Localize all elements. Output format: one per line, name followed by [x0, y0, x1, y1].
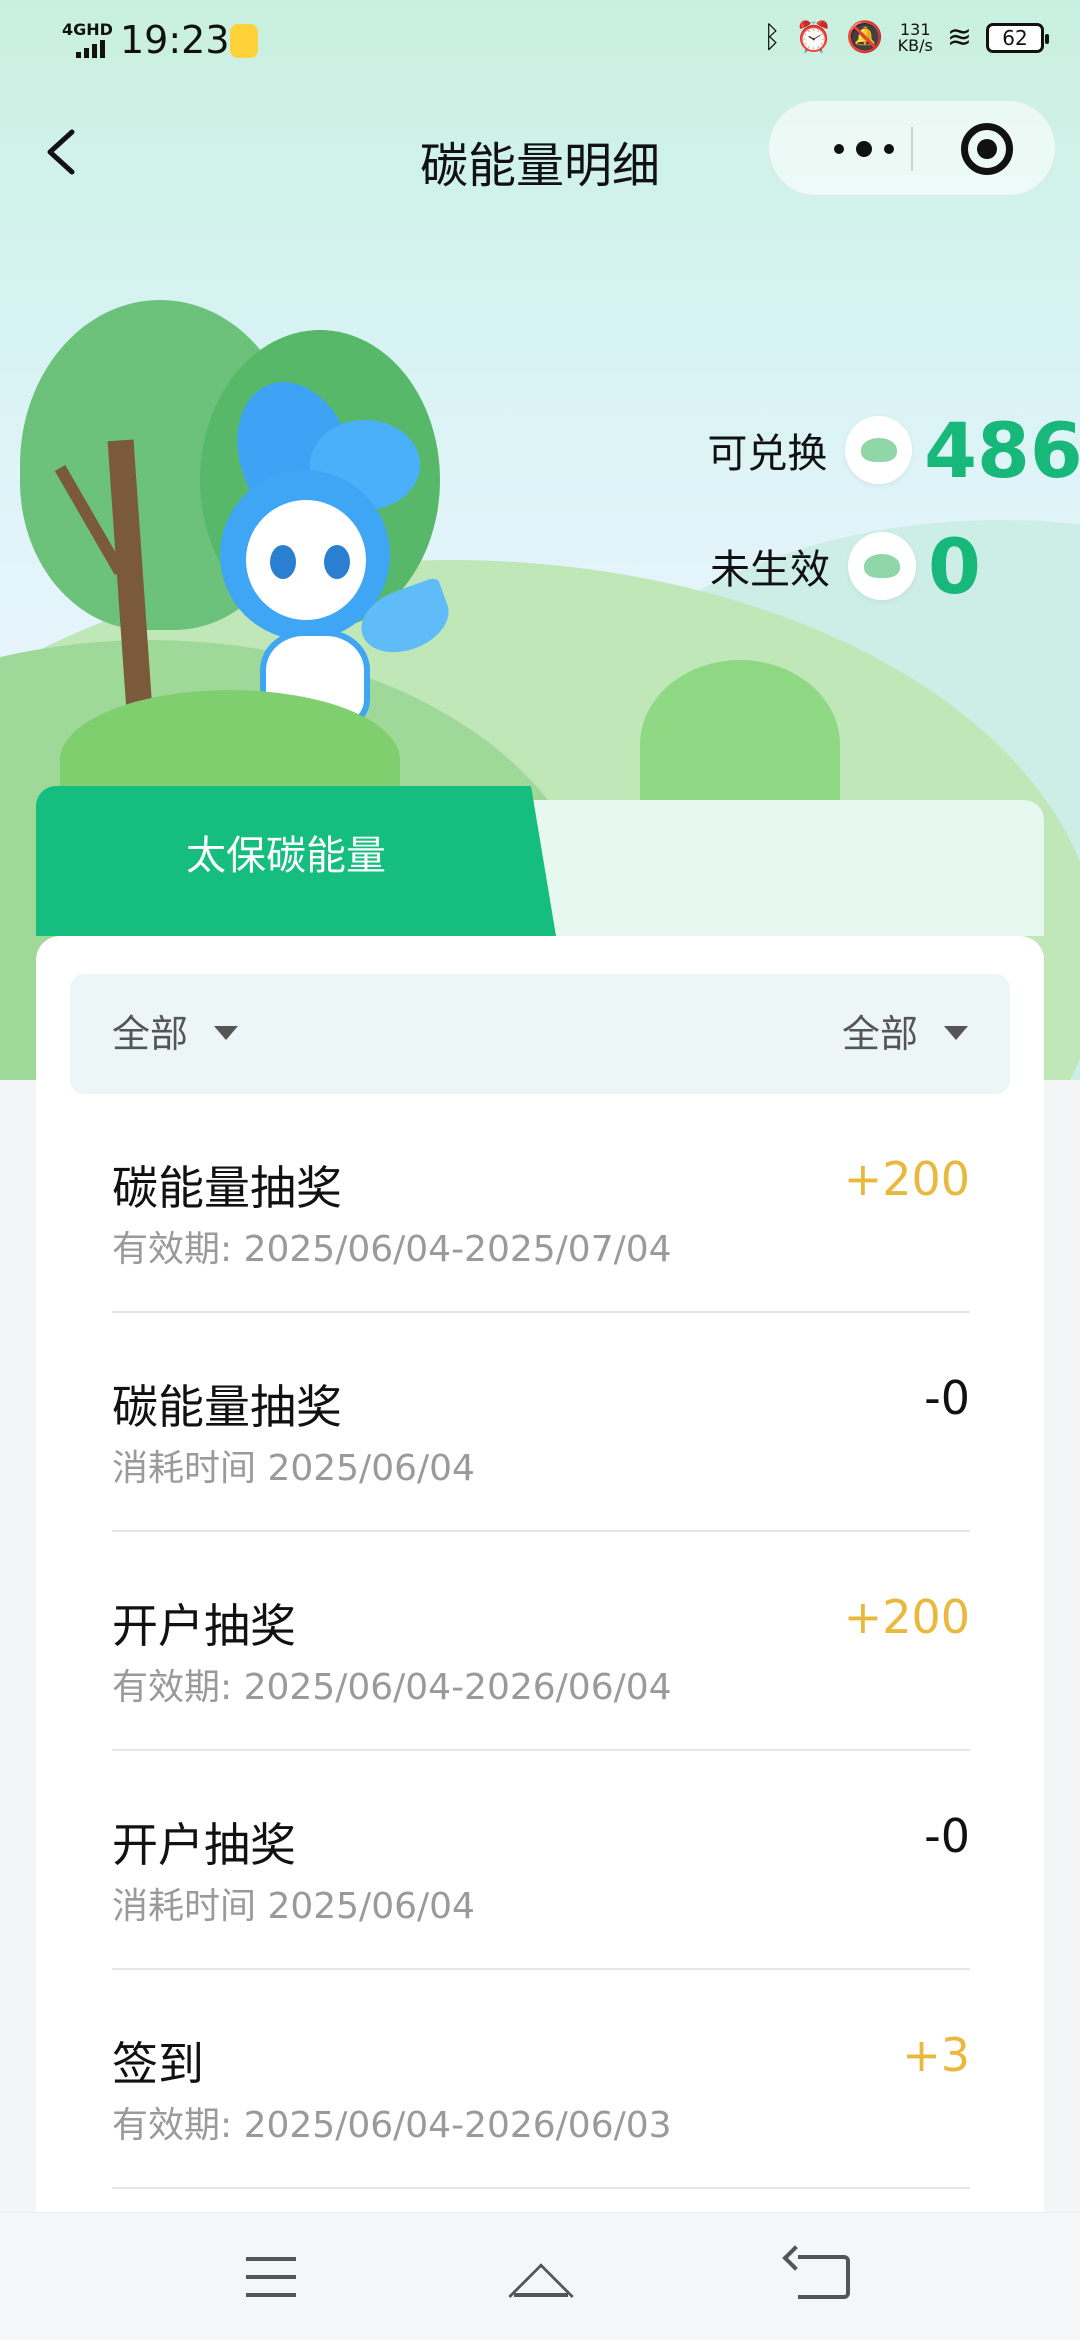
- triangle-down-icon: [944, 1025, 968, 1040]
- capsule-divider: [911, 127, 913, 171]
- leaf-coin-icon: [845, 416, 913, 484]
- record-amount: +3: [902, 2028, 970, 2082]
- pending-value: 0: [928, 521, 981, 611]
- status-bar: 4GHD 19:23 ᛒ ⏰ 🔕 131 KB/s ≋ 62: [0, 0, 1080, 84]
- filter-type-dropdown[interactable]: 全部: [112, 974, 239, 1094]
- records-list: 碳能量抽奖 有效期: 2025/06/04-2025/07/04 +200 碳能…: [112, 1094, 970, 2189]
- pending-label: 未生效: [710, 547, 830, 593]
- record-subtitle: 有效期: 2025/06/04-2025/07/04: [112, 1229, 672, 1270]
- tab-bar: 太保碳能量: [36, 786, 1044, 936]
- triangle-down-icon: [214, 1025, 239, 1040]
- nav-bar: 碳能量明细: [0, 100, 1080, 210]
- record-name: 开户抽奖: [112, 1599, 296, 1653]
- records-card: 全部 全部 碳能量抽奖 有效期: 2025/06/04-2025/07/04 +…: [36, 936, 1044, 2340]
- home-icon[interactable]: [508, 2253, 574, 2329]
- record-name: 碳能量抽奖: [112, 1380, 342, 1434]
- mute-icon: 🔕: [846, 20, 884, 55]
- signal-icon: [76, 40, 105, 58]
- speed-unit: KB/s: [897, 35, 933, 55]
- filter-bar: 全部 全部: [70, 974, 1010, 1094]
- system-back-icon[interactable]: [798, 2255, 850, 2299]
- record-subtitle: 有效期: 2025/06/04-2026/06/04: [112, 1667, 672, 1708]
- menu-icon[interactable]: [246, 2257, 296, 2297]
- alarm-icon: ⏰: [794, 20, 833, 55]
- battery-icon: 62: [986, 22, 1049, 53]
- more-button[interactable]: [809, 129, 919, 169]
- network-speed: 131 KB/s: [897, 21, 933, 55]
- filter-time-dropdown[interactable]: 全部: [842, 974, 968, 1094]
- record-amount: +200: [843, 1590, 970, 1644]
- more-dots-icon: [884, 144, 894, 154]
- record-amount: +200: [843, 1152, 970, 1206]
- network-type: 4GHD: [62, 20, 113, 39]
- more-dots-icon: [834, 144, 844, 154]
- notification-app-icon: [230, 24, 258, 58]
- more-dots-icon: [856, 141, 872, 157]
- mascot-illustration: [200, 365, 458, 740]
- system-nav-bar: [0, 2212, 1080, 2340]
- record-amount: -0: [924, 1809, 970, 1863]
- record-name: 开户抽奖: [112, 1818, 296, 1872]
- record-subtitle: 消耗时间 2025/06/04: [112, 1886, 475, 1927]
- available-balance: 可兑换 486: [680, 406, 1080, 495]
- leaf-coin-icon: [848, 532, 916, 600]
- bluetooth-icon: ᛒ: [762, 20, 781, 55]
- list-item: 碳能量抽奖 消耗时间 2025/06/04 -0: [112, 1313, 970, 1532]
- list-item: 签到 有效期: 2025/06/04-2026/06/03 +3: [112, 1970, 970, 2189]
- filter-time-label: 全部: [841, 1012, 918, 1056]
- wifi-icon: ≋: [946, 20, 972, 55]
- record-subtitle: 有效期: 2025/06/04-2026/06/03: [112, 2105, 672, 2146]
- list-item: 开户抽奖 消耗时间 2025/06/04 -0: [112, 1751, 970, 1970]
- available-value: 486: [924, 405, 1080, 495]
- status-time: 19:23: [120, 18, 230, 62]
- close-miniapp-button[interactable]: [961, 123, 1013, 175]
- tab-taibao-carbon-label: 太保碳能量: [186, 833, 386, 879]
- list-item: 碳能量抽奖 有效期: 2025/06/04-2025/07/04 +200: [112, 1094, 970, 1313]
- filter-type-label: 全部: [112, 1012, 189, 1056]
- record-subtitle: 消耗时间 2025/06/04: [112, 1448, 475, 1489]
- available-label: 可兑换: [707, 431, 828, 477]
- miniapp-capsule: [768, 100, 1056, 196]
- record-name: 碳能量抽奖: [112, 1161, 342, 1215]
- record-name: 签到: [112, 2037, 204, 2091]
- list-item: 开户抽奖 有效期: 2025/06/04-2026/06/04 +200: [112, 1532, 970, 1751]
- record-amount: -0: [924, 1371, 970, 1425]
- pending-balance: 未生效 0: [680, 522, 1080, 611]
